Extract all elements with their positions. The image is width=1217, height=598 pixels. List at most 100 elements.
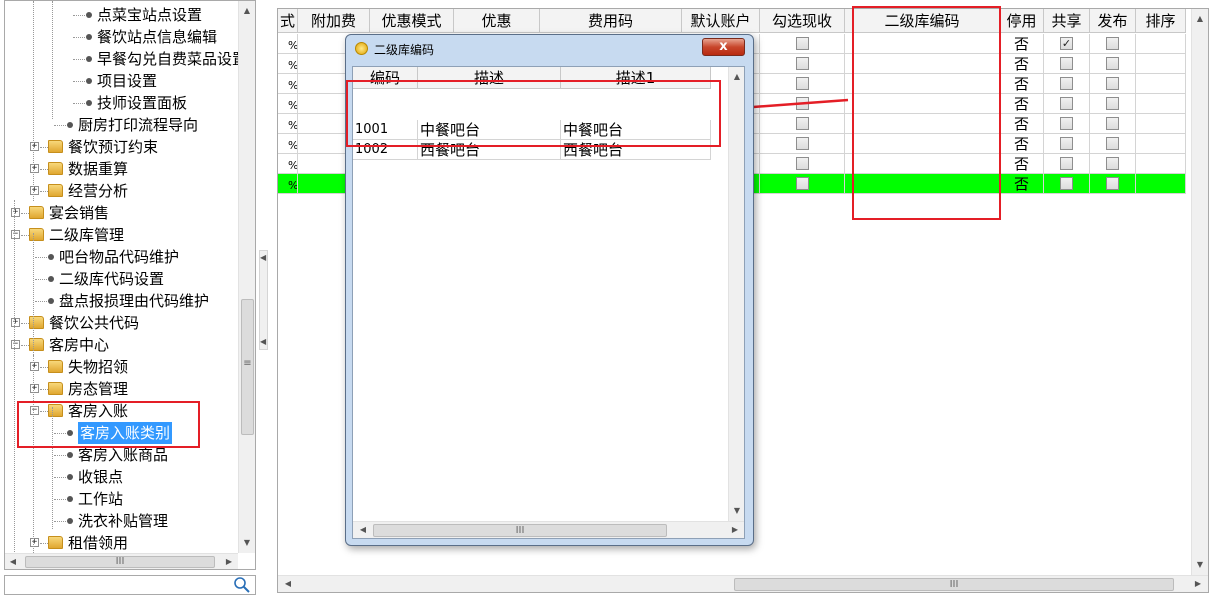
expand-icon[interactable]: + xyxy=(11,208,20,217)
table-cell[interactable] xyxy=(1090,94,1136,114)
collapse-icon[interactable]: − xyxy=(30,406,39,415)
scroll-thumb[interactable]: III xyxy=(25,556,215,568)
scroll-up-arrow-icon[interactable]: ▲ xyxy=(239,3,255,19)
table-cell[interactable] xyxy=(1136,154,1186,174)
table-cell[interactable]: 否 xyxy=(1000,54,1044,74)
column-header[interactable]: 式 xyxy=(278,9,298,33)
cash-collect-checkbox[interactable] xyxy=(796,157,809,170)
tree-item[interactable]: 客房入账商品 xyxy=(5,444,235,466)
column-header[interactable]: 优惠 xyxy=(454,9,540,33)
tree-item[interactable]: 吧台物品代码维护 xyxy=(5,246,235,268)
grid-vertical-scrollbar[interactable]: ▲ ▼ xyxy=(1191,9,1208,575)
table-cell[interactable]: % xyxy=(278,134,298,154)
dialog-vertical-scrollbar[interactable]: ▲ ▼ xyxy=(728,67,744,521)
scroll-thumb[interactable]: ≡ xyxy=(241,299,254,435)
table-cell[interactable]: % xyxy=(278,94,298,114)
table-cell[interactable] xyxy=(1044,54,1090,74)
scroll-right-arrow-icon[interactable]: ▶ xyxy=(1190,576,1206,592)
tree-item[interactable]: 盘点报损理由代码维护 xyxy=(5,290,235,312)
column-header[interactable]: 发布 xyxy=(1090,9,1136,33)
grid-horizontal-scrollbar[interactable]: ◀ III ▶ xyxy=(278,575,1208,592)
tree-item[interactable]: 早餐勾兑自费菜品设置 xyxy=(5,48,247,70)
splitter-arrow-icon[interactable]: ◀ xyxy=(260,253,266,262)
column-header[interactable]: 默认账户 xyxy=(682,9,760,33)
dialog-column-header[interactable]: 编码 xyxy=(353,67,418,89)
publish-checkbox[interactable] xyxy=(1106,137,1119,150)
table-cell[interactable] xyxy=(845,154,1000,174)
share-checkbox[interactable] xyxy=(1060,157,1073,170)
table-cell[interactable] xyxy=(760,34,845,54)
table-cell[interactable]: 否 xyxy=(1000,34,1044,54)
table-cell[interactable] xyxy=(1136,114,1186,134)
scroll-right-arrow-icon[interactable]: ▶ xyxy=(727,522,743,538)
dialog-list-row[interactable]: 1002 西餐吧台 西餐吧台 xyxy=(353,140,711,160)
table-cell[interactable] xyxy=(1136,134,1186,154)
tree-item[interactable]: 收银点 xyxy=(5,466,235,488)
scroll-left-arrow-icon[interactable]: ◀ xyxy=(280,576,296,592)
expand-icon[interactable]: + xyxy=(30,362,39,371)
cash-collect-checkbox[interactable] xyxy=(796,177,809,190)
tree-item[interactable]: 餐饮站点信息编辑 xyxy=(5,26,235,48)
panel-splitter[interactable]: ◀ ◀ xyxy=(259,250,268,350)
table-cell[interactable] xyxy=(1090,34,1136,54)
table-cell[interactable] xyxy=(1090,74,1136,94)
tree-item[interactable]: 厨房打印流程导向 xyxy=(5,114,235,136)
table-cell[interactable] xyxy=(845,114,1000,134)
column-header[interactable]: 排序 xyxy=(1136,9,1186,33)
tree-item[interactable]: − 客房入账 xyxy=(5,400,235,422)
share-checkbox[interactable] xyxy=(1060,177,1073,190)
table-cell[interactable]: 否 xyxy=(1000,74,1044,94)
column-header[interactable]: 勾选现收 xyxy=(760,9,845,33)
cash-collect-checkbox[interactable] xyxy=(796,37,809,50)
table-cell[interactable]: % xyxy=(278,54,298,74)
table-cell[interactable] xyxy=(1090,54,1136,74)
table-cell[interactable] xyxy=(1136,94,1186,114)
column-header[interactable]: 二级库编码 xyxy=(845,9,1000,33)
scroll-down-arrow-icon[interactable]: ▼ xyxy=(1192,557,1208,573)
tree-item[interactable]: 客房入账类别 xyxy=(5,422,235,444)
expand-icon[interactable]: + xyxy=(30,186,39,195)
table-cell[interactable] xyxy=(1044,94,1090,114)
table-cell[interactable] xyxy=(760,154,845,174)
scroll-down-arrow-icon[interactable]: ▼ xyxy=(239,535,255,551)
publish-checkbox[interactable] xyxy=(1106,117,1119,130)
table-cell[interactable] xyxy=(1090,114,1136,134)
tree-item[interactable]: + 房态管理 xyxy=(5,378,235,400)
share-checkbox[interactable] xyxy=(1060,117,1073,130)
publish-checkbox[interactable] xyxy=(1106,77,1119,90)
dialog-horizontal-scrollbar[interactable]: ◀ III ▶ xyxy=(353,521,744,538)
close-button[interactable]: x xyxy=(702,38,745,56)
tree-item[interactable]: + 租借领用 xyxy=(5,532,235,554)
publish-checkbox[interactable] xyxy=(1106,157,1119,170)
scroll-up-arrow-icon[interactable]: ▲ xyxy=(1192,11,1208,27)
expand-icon[interactable]: + xyxy=(30,142,39,151)
table-cell[interactable]: ✓ xyxy=(1044,34,1090,54)
dialog-list-row[interactable]: 1001 中餐吧台 中餐吧台 xyxy=(353,120,711,140)
scroll-left-arrow-icon[interactable]: ◀ xyxy=(5,554,21,569)
splitter-arrow-icon[interactable]: ◀ xyxy=(260,337,266,346)
table-cell[interactable] xyxy=(1136,174,1186,194)
scroll-right-arrow-icon[interactable]: ▶ xyxy=(221,554,237,569)
tree-item[interactable]: + 餐饮预订约束 xyxy=(5,136,235,158)
scroll-thumb[interactable]: III xyxy=(373,524,667,537)
tree-horizontal-scrollbar[interactable]: ◀ III ▶ xyxy=(5,553,238,569)
table-cell[interactable] xyxy=(845,134,1000,154)
expand-icon[interactable]: + xyxy=(30,164,39,173)
table-cell[interactable]: 否 xyxy=(1000,154,1044,174)
table-cell[interactable] xyxy=(1090,134,1136,154)
table-cell[interactable]: % xyxy=(278,154,298,174)
share-checkbox[interactable] xyxy=(1060,137,1073,150)
table-cell[interactable]: % xyxy=(278,114,298,134)
table-cell[interactable]: 否 xyxy=(1000,134,1044,154)
cash-collect-checkbox[interactable] xyxy=(796,137,809,150)
publish-checkbox[interactable] xyxy=(1106,37,1119,50)
tree-item[interactable]: − 二级库管理 xyxy=(5,224,235,246)
share-checkbox[interactable] xyxy=(1060,77,1073,90)
tree-item[interactable]: + 数据重算 xyxy=(5,158,235,180)
tree-item[interactable]: 项目设置 xyxy=(5,70,235,92)
dialog-column-header[interactable]: 描述 xyxy=(418,67,561,89)
tree-item[interactable]: 技师设置面板 xyxy=(5,92,235,114)
scroll-left-arrow-icon[interactable]: ◀ xyxy=(355,522,371,538)
cash-collect-checkbox[interactable] xyxy=(796,57,809,70)
collapse-icon[interactable]: − xyxy=(11,230,20,239)
